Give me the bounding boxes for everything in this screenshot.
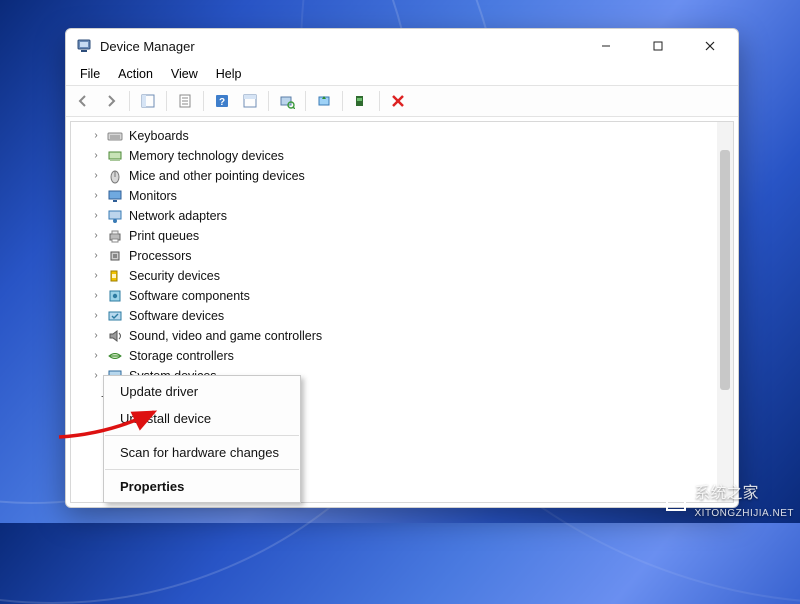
scan-hardware-icon[interactable] — [274, 88, 300, 114]
printer-icon — [107, 228, 123, 244]
tree-item[interactable]: › Security devices — [77, 266, 715, 286]
menu-view[interactable]: View — [163, 65, 206, 83]
tree-item[interactable]: › Memory technology devices — [77, 146, 715, 166]
chevron-right-icon[interactable]: › — [91, 366, 101, 386]
maximize-button[interactable] — [636, 31, 680, 61]
disable-device-icon[interactable] — [385, 88, 411, 114]
chevron-right-icon[interactable]: › — [91, 346, 101, 366]
scrollbar-thumb[interactable] — [720, 150, 730, 390]
context-menu-item[interactable]: Scan for hardware changes — [104, 439, 300, 466]
chevron-right-icon[interactable]: › — [91, 186, 101, 206]
watermark-text-url: XITONGZHIJIA.NET — [695, 508, 795, 519]
tree-item-label: Processors — [129, 246, 192, 266]
tree-item[interactable]: › Monitors — [77, 186, 715, 206]
storage-icon — [107, 348, 123, 364]
app-icon — [76, 38, 92, 54]
tree-item[interactable]: › Keyboards — [77, 126, 715, 146]
window-title: Device Manager — [100, 39, 195, 54]
titlebar: Device Manager — [66, 29, 738, 63]
mouse-icon — [107, 168, 123, 184]
toolbar: ? — [66, 85, 738, 117]
tree-item-label: Memory technology devices — [129, 146, 284, 166]
context-menu-item[interactable]: Properties — [104, 473, 300, 500]
tree-item-label: Print queues — [129, 226, 199, 246]
context-menu-item[interactable]: Uninstall device — [104, 405, 300, 432]
nav-back-icon[interactable] — [70, 88, 96, 114]
toolbar-separator — [305, 91, 306, 111]
context-menu: Update driverUninstall device Scan for ha… — [103, 375, 301, 503]
chevron-right-icon[interactable]: › — [91, 206, 101, 226]
watermark-text-cn: 系统之家 — [695, 485, 759, 502]
network-icon — [107, 208, 123, 224]
update-driver-icon[interactable] — [311, 88, 337, 114]
tree-item-label: Software devices — [129, 306, 224, 326]
security-icon — [107, 268, 123, 284]
menu-action[interactable]: Action — [110, 65, 161, 83]
toolbar-separator — [166, 91, 167, 111]
tree-item-label: Sound, video and game controllers — [129, 326, 322, 346]
tree-item[interactable]: › Print queues — [77, 226, 715, 246]
toolbar-separator — [268, 91, 269, 111]
tree-item[interactable]: › Processors — [77, 246, 715, 266]
sound-icon — [107, 328, 123, 344]
minimize-button[interactable] — [584, 31, 628, 61]
context-menu-item[interactable]: Update driver — [104, 378, 300, 405]
toolbar-separator — [379, 91, 380, 111]
tree-item[interactable]: › Mice and other pointing devices — [77, 166, 715, 186]
chevron-right-icon[interactable]: › — [91, 226, 101, 246]
chevron-right-icon[interactable]: › — [91, 246, 101, 266]
menu-help[interactable]: Help — [208, 65, 250, 83]
uninstall-icon[interactable] — [348, 88, 374, 114]
watermark-icon — [663, 486, 689, 512]
software-device-icon — [107, 308, 123, 324]
chevron-right-icon[interactable]: › — [91, 306, 101, 326]
nav-forward-icon[interactable] — [98, 88, 124, 114]
context-menu-separator — [105, 435, 299, 436]
chevron-right-icon[interactable]: › — [91, 126, 101, 146]
help-icon[interactable]: ? — [209, 88, 235, 114]
vertical-scrollbar[interactable] — [717, 122, 733, 502]
chevron-right-icon[interactable]: › — [91, 266, 101, 286]
menubar: File Action View Help — [66, 63, 738, 85]
chevron-right-icon[interactable]: › — [91, 166, 101, 186]
close-button[interactable] — [688, 31, 732, 61]
toolbar-separator — [129, 91, 130, 111]
tree-item-label: Network adapters — [129, 206, 227, 226]
menu-file[interactable]: File — [72, 65, 108, 83]
monitor-icon — [107, 188, 123, 204]
tree-item[interactable]: › Software components — [77, 286, 715, 306]
keyboard-icon — [107, 128, 123, 144]
properties-icon[interactable] — [172, 88, 198, 114]
tree-item[interactable]: › Software devices — [77, 306, 715, 326]
tree-item[interactable]: › Storage controllers — [77, 346, 715, 366]
action-icon[interactable] — [237, 88, 263, 114]
toolbar-separator — [342, 91, 343, 111]
cpu-icon — [107, 248, 123, 264]
tree-item-label: Security devices — [129, 266, 220, 286]
chevron-right-icon[interactable]: › — [91, 326, 101, 346]
tree-item-label: Mice and other pointing devices — [129, 166, 305, 186]
chevron-right-icon[interactable]: › — [91, 286, 101, 306]
tree-item-label: Storage controllers — [129, 346, 234, 366]
software-component-icon — [107, 288, 123, 304]
tree-item-label: Keyboards — [129, 126, 189, 146]
tree-item[interactable]: › Network adapters — [77, 206, 715, 226]
context-menu-separator — [105, 469, 299, 470]
watermark: 系统之家 XITONGZHIJIA.NET — [663, 479, 795, 519]
tree-item-label: Monitors — [129, 186, 177, 206]
svg-text:?: ? — [219, 97, 225, 108]
tree-item[interactable]: › Sound, video and game controllers — [77, 326, 715, 346]
toolbar-separator — [203, 91, 204, 111]
memory-icon — [107, 148, 123, 164]
chevron-right-icon[interactable]: › — [91, 146, 101, 166]
show-hide-tree-icon[interactable] — [135, 88, 161, 114]
tree-item-label: Software components — [129, 286, 250, 306]
